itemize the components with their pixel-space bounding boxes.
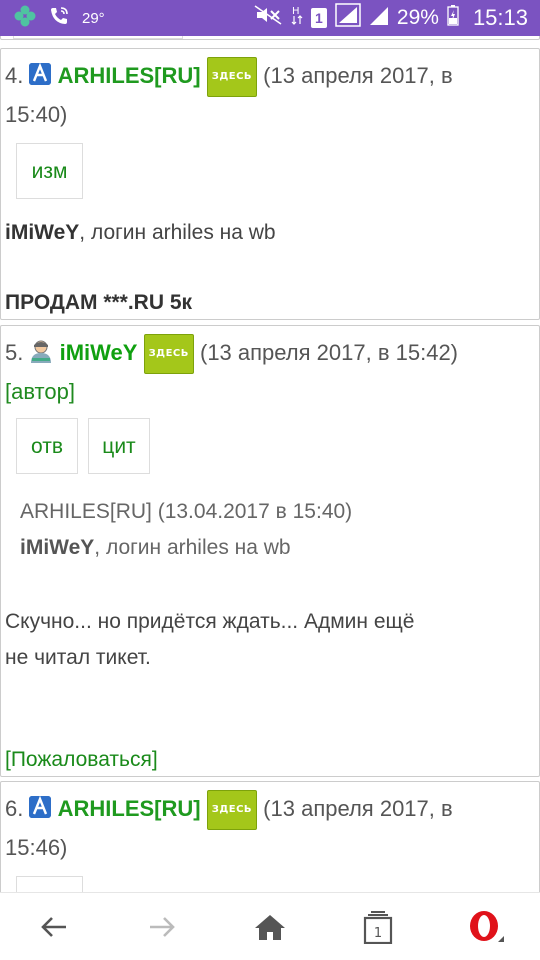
phone-call-icon [48, 5, 70, 32]
forward-button[interactable] [142, 909, 182, 945]
quote-user: iMiWeY [20, 536, 95, 559]
comment-4: 4. ARHILES[RU] ЗДЕСЬ (13 апреля 2017, в … [0, 48, 540, 320]
here-badge: ЗДЕСЬ [206, 790, 258, 830]
comment-text: Скучно... но придётся ждать... Админ ещё… [5, 604, 414, 676]
app-cross-icon [14, 5, 36, 32]
user-avatar-icon [29, 338, 53, 374]
comment-bold-line: ПРОДАМ ***.RU 5к [5, 291, 193, 314]
mentioned-user: iMiWeY [5, 221, 80, 244]
opera-logo-icon [470, 911, 504, 942]
clock: 15:13 [472, 5, 528, 30]
complain-link[interactable]: [Пожаловаться] [5, 748, 158, 772]
comment-number: 5. [5, 340, 24, 365]
comment-date-continued: 15:46) [5, 835, 68, 860]
comments-list: 4. ARHILES[RU] ЗДЕСЬ (13 апреля 2017, в … [0, 36, 540, 892]
comment-author-link[interactable]: ARHILES[RU] [58, 796, 201, 821]
comment-text: iMiWeY, логин arhiles на wb [5, 215, 276, 251]
temperature-text: 29° [82, 9, 105, 27]
comment-date: (13 апреля 2017, в [263, 63, 453, 88]
sim-badge: 1 [310, 8, 327, 28]
mute-icon [253, 4, 283, 32]
status-bar: 29° H 1 29% 15:13 [0, 0, 540, 36]
quote-header: ARHILES[RU] (13.04.2017 в 15:40) [20, 500, 353, 523]
tabs-button[interactable]: 1 [358, 909, 398, 945]
here-badge: ЗДЕСЬ [206, 57, 258, 97]
quoted-message: ARHILES[RU] (13.04.2017 в 15:40) iMiWeY,… [20, 494, 352, 566]
home-icon [255, 915, 285, 940]
opera-menu-button[interactable] [466, 909, 506, 945]
quote-button[interactable]: цит [88, 418, 150, 474]
here-badge: ЗДЕСЬ [143, 334, 194, 374]
browser-navbar: 1 [0, 892, 540, 960]
quote-text: , логин arhiles на wb [94, 536, 291, 559]
comment-date: (13 апреля 2017, в 15:42) [200, 340, 459, 365]
user-rank-a-icon [29, 63, 52, 85]
battery-percent: 29% [396, 6, 439, 29]
comment-text-line1: Скучно... но придётся ждать... Админ ещё [5, 610, 415, 633]
tabs-count: 1 [374, 926, 382, 941]
edit-button[interactable]: изм [16, 143, 83, 199]
comment-text-rest: , логин arhiles на wb [79, 221, 276, 244]
comment-6: 6. ARHILES[RU] ЗДЕСЬ (13 апреля 2017, в … [0, 781, 540, 892]
back-button[interactable] [34, 909, 74, 945]
comment-number: 6. [5, 796, 24, 821]
data-transfer-icon: H [291, 4, 303, 32]
signal-icon [335, 3, 361, 33]
comment-author-link[interactable]: ARHILES[RU] [58, 63, 201, 88]
comment-number: 4. [5, 63, 24, 88]
comment-author-link[interactable]: iMiWeY [60, 340, 138, 365]
svg-text:H: H [292, 6, 300, 17]
tabs-icon: 1 [363, 911, 393, 944]
edit-button-partial[interactable] [16, 876, 83, 892]
forward-arrow-icon [150, 917, 175, 937]
reply-button[interactable]: отв [16, 418, 78, 474]
user-rank-a-icon [29, 796, 52, 818]
comment-text-line2: не читал тикет. [5, 646, 151, 669]
previous-post-remnant [0, 36, 540, 40]
back-arrow-icon [41, 917, 66, 937]
author-label: [автор] [5, 379, 75, 404]
battery-charging-icon [447, 4, 459, 32]
home-button[interactable] [250, 909, 290, 945]
comment-date: (13 апреля 2017, в [263, 796, 453, 821]
signal-icon-2 [369, 4, 389, 32]
comment-date-continued: 15:40) [5, 102, 68, 127]
comment-5: 5. iMiWeY ЗДЕСЬ (13 апреля 2017, в 15:42… [0, 325, 540, 777]
